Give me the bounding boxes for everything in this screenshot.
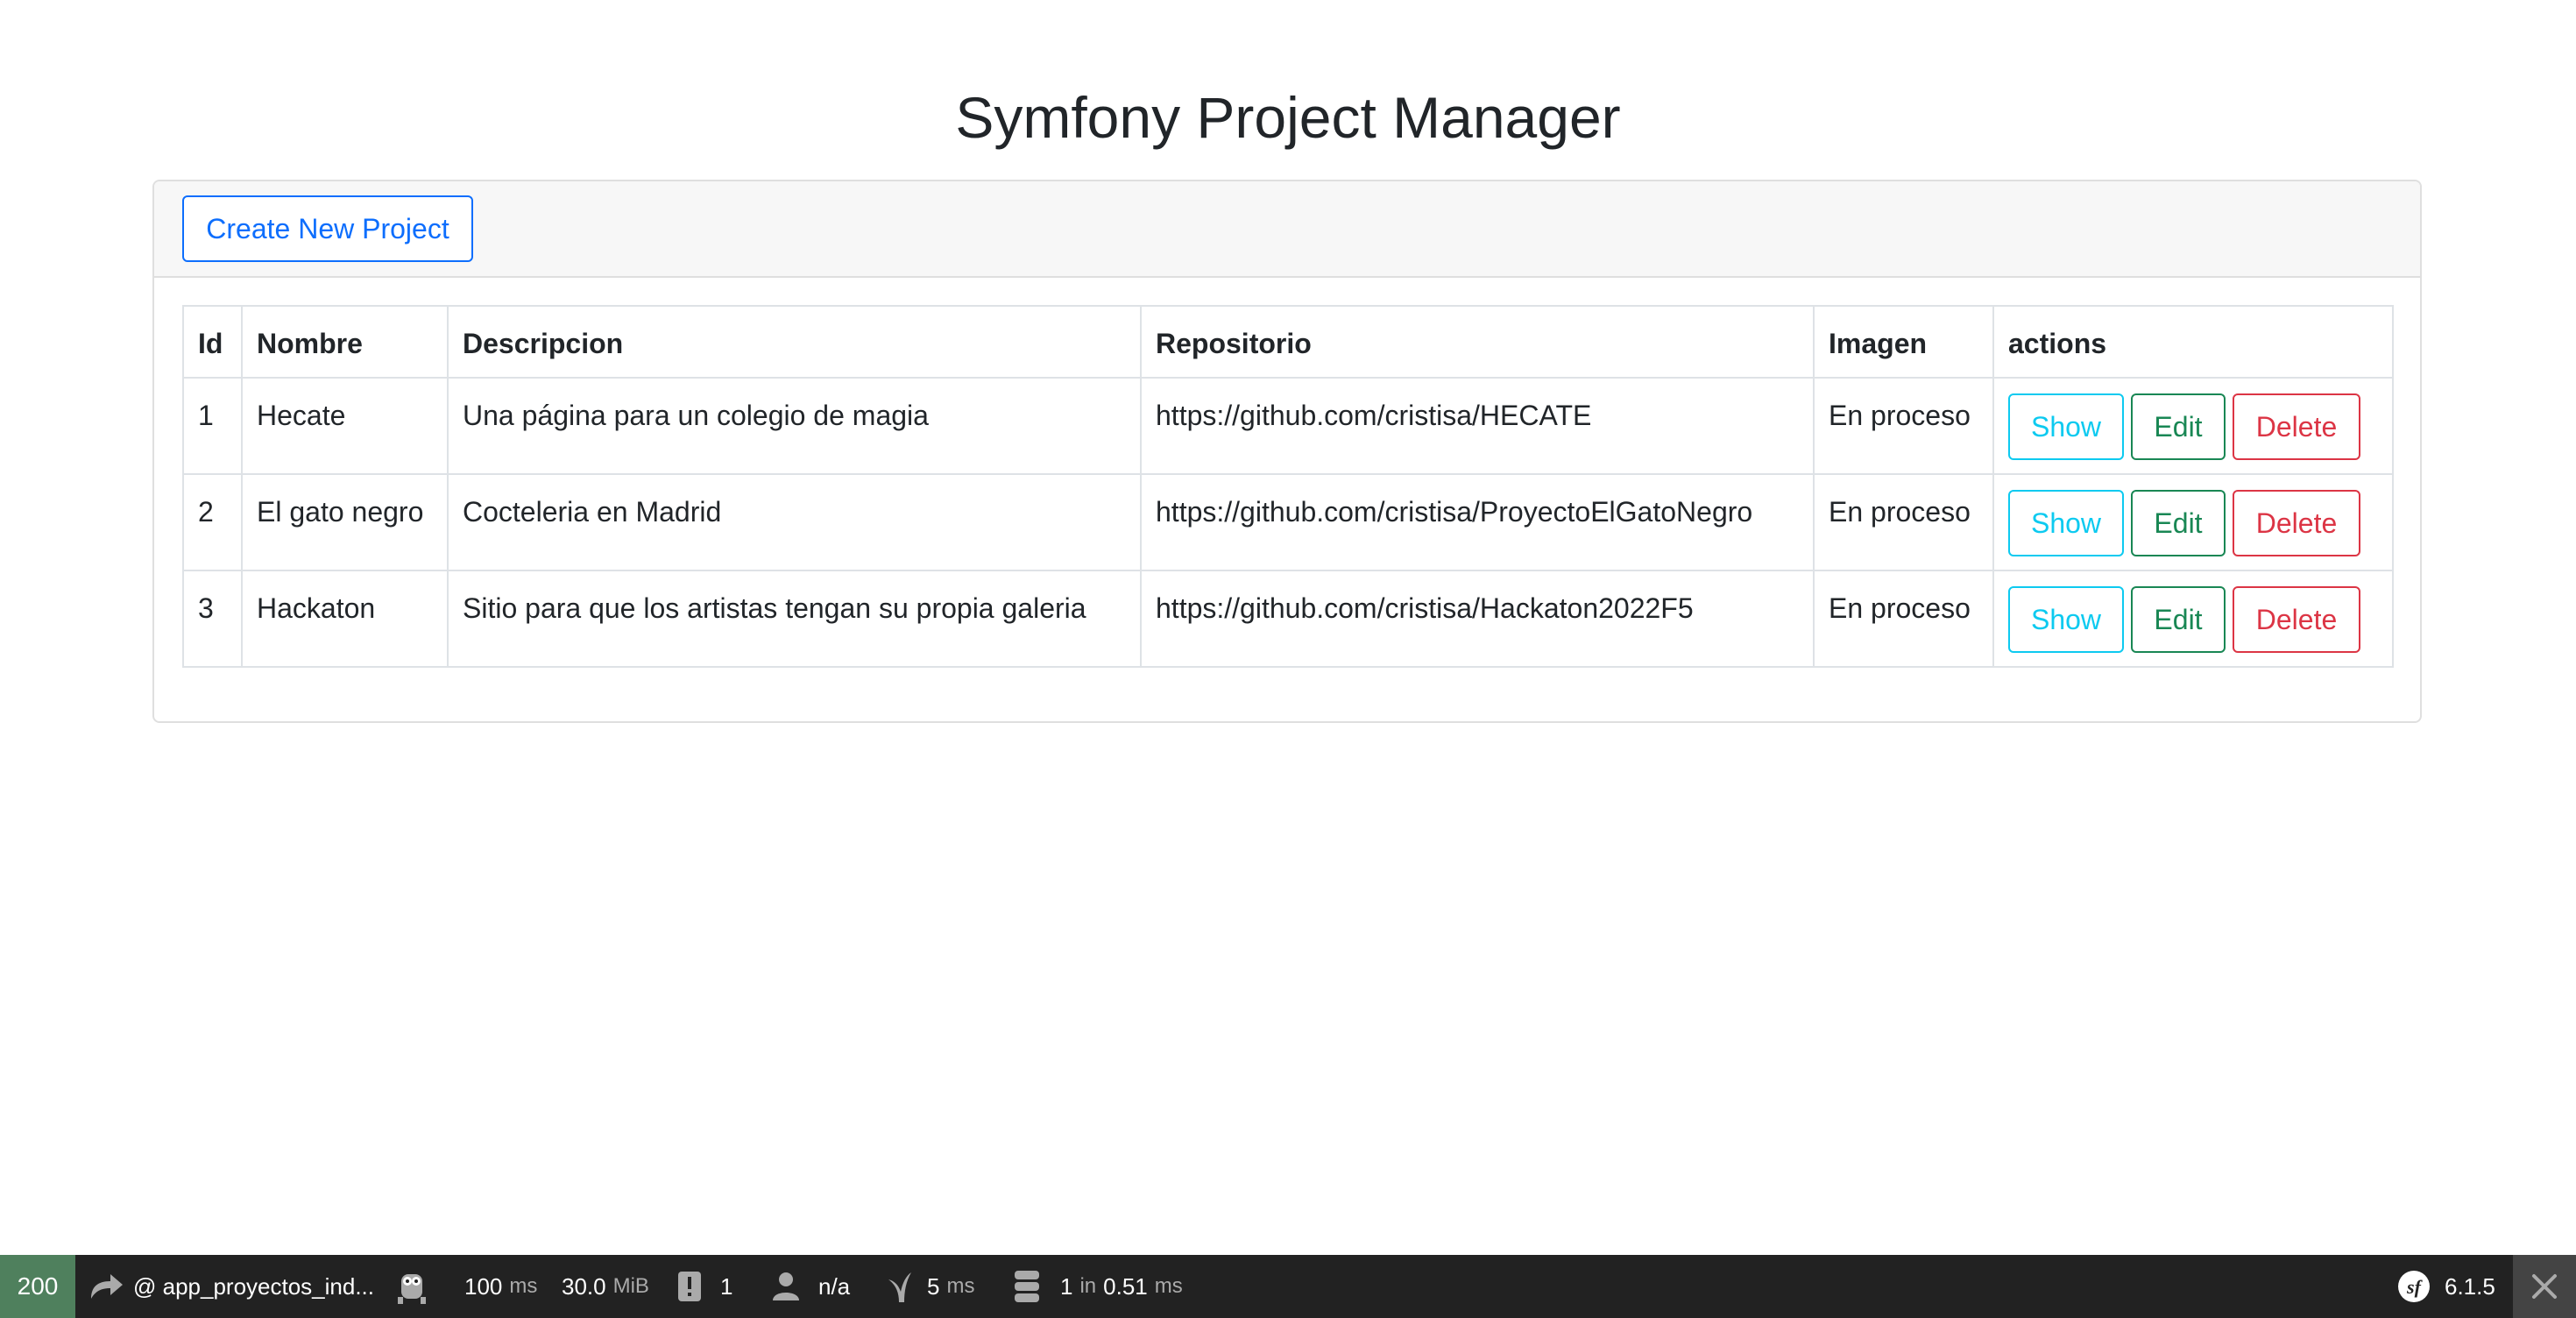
header-actions: actions [2008,328,2107,359]
cell-repositorio: https://github.com/cristisa/Hackaton2022… [1156,592,1694,624]
card-header: Create New Project [154,181,2420,278]
show-button[interactable]: Show [2008,393,2124,460]
create-project-button[interactable]: Create New Project [182,195,473,262]
header-repositorio: Repositorio [1156,328,1312,359]
ajax-panel[interactable] [396,1255,428,1318]
show-button[interactable]: Show [2008,490,2124,556]
edit-button[interactable]: Edit [2131,586,2226,653]
time-panel[interactable]: 100 ms [464,1255,537,1318]
twig-value: 5 [927,1272,940,1300]
cell-descripcion: Una página para un colegio de magia [463,400,929,431]
ajax-icon [396,1267,428,1306]
status-code-badge[interactable]: 200 [0,1255,75,1318]
user-icon [771,1271,801,1302]
edit-button[interactable]: Edit [2131,393,2226,460]
time-value: 100 [464,1272,503,1300]
cell-imagen: En proceso [1829,496,1971,528]
redirect-arrow-icon [88,1271,124,1302]
delete-button[interactable]: Delete [2233,393,2360,460]
user-name: n/a [818,1272,851,1300]
edit-button[interactable]: Edit [2131,490,2226,556]
memory-panel[interactable]: 30.0 MiB [562,1255,649,1318]
forms-icon [676,1270,703,1303]
header-descripcion: Descripcion [463,328,624,359]
cell-imagen: En proceso [1829,400,1971,431]
debug-toolbar: 200 @ app_proyectos_ind... 100 ms 30.0 M… [0,1255,2576,1318]
header-id: Id [198,328,223,359]
symfony-version-panel[interactable]: sf 6.1.5 [2397,1255,2495,1318]
database-panel[interactable]: 1 in 0.51 ms [1013,1255,1183,1318]
cell-descripcion: Sitio para que los artistas tengan su pr… [463,592,1086,624]
delete-button[interactable]: Delete [2233,490,2360,556]
cell-nombre: Hecate [257,400,346,431]
header-nombre: Nombre [257,328,363,359]
page-title: Symfony Project Manager [955,85,1621,150]
show-button[interactable]: Show [2008,586,2124,653]
cell-repositorio: https://github.com/cristisa/ProyectoElGa… [1156,496,1753,528]
route-name: @ app_proyectos_ind... [133,1272,375,1300]
cell-repositorio: https://github.com/cristisa/HECATE [1156,400,1592,431]
cell-nombre: El gato negro [257,496,424,528]
close-icon [2530,1272,2558,1300]
security-panel[interactable]: n/a [771,1255,850,1318]
forms-panel[interactable]: 1 [676,1255,732,1318]
time-unit: ms [509,1274,538,1298]
route-panel[interactable]: @ app_proyectos_ind... [88,1255,374,1318]
memory-value: 30.0 [562,1272,606,1300]
close-toolbar-button[interactable] [2513,1255,2576,1318]
memory-unit: MiB [612,1274,649,1298]
cell-id: 3 [198,592,214,624]
db-unit: ms [1154,1274,1183,1298]
cell-imagen: En proceso [1829,592,1971,624]
symfony-logo-icon: sf [2397,1270,2431,1303]
svg-text:sf: sf [2406,1276,2424,1298]
cell-nombre: Hackaton [257,592,376,624]
twig-panel[interactable]: 5 ms [887,1255,974,1318]
header-imagen: Imagen [1829,328,1928,359]
symfony-version: 6.1.5 [2445,1272,2495,1300]
cell-id: 1 [198,400,214,431]
delete-button[interactable]: Delete [2233,586,2360,653]
db-time: 0.51 [1103,1272,1148,1300]
twig-unit: ms [946,1274,975,1298]
database-icon [1013,1269,1041,1304]
forms-count: 1 [720,1272,733,1300]
db-in-label: in [1079,1274,1097,1298]
cell-id: 2 [198,496,214,528]
db-queries: 1 [1060,1272,1073,1300]
twig-icon [887,1269,913,1304]
cell-descripcion: Cocteleria en Madrid [463,496,722,528]
